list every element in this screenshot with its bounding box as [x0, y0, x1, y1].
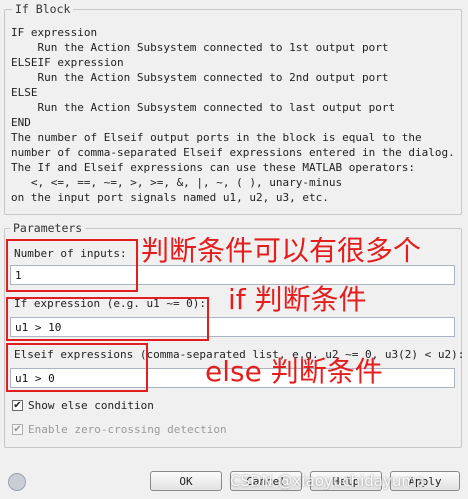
description-line: Run the Action Subsystem connected to la… [11, 101, 396, 114]
description-line: on the input port signals named u1, u2, … [11, 191, 329, 204]
description-line: ELSEIF expression [11, 56, 124, 69]
show-else-label: Show else condition [28, 399, 154, 412]
ok-button[interactable]: OK [150, 471, 222, 491]
parameters-title: Parameters [10, 221, 86, 235]
dialog-icon [8, 473, 26, 491]
description-line: <, <=, ==, ~=, >, >=, &, |, ~, ( ), unar… [11, 176, 343, 189]
watermark: CSDN @xiaoyuchidayuma [230, 472, 426, 490]
description-line: The If and Elseif expressions can use th… [11, 161, 415, 174]
annotation-box-elseif [6, 343, 148, 392]
annotation-if-expression: if 判断条件 [228, 283, 367, 316]
description-line: IF expression [11, 26, 98, 39]
annotation-box-if-expression [6, 297, 209, 341]
zero-crossing-checkbox: ✔ [12, 423, 23, 435]
block-title: If Block [12, 2, 74, 16]
zero-crossing-label: Enable zero-crossing detection [28, 423, 227, 436]
description-line: ELSE [11, 86, 38, 99]
description-line: The number of Elseif output ports in the… [11, 131, 422, 144]
description-line: END [11, 116, 31, 129]
description-line: Run the Action Subsystem connected to 2n… [11, 71, 389, 84]
annotation-elseif: else 判断条件 [205, 355, 383, 388]
annotation-num-inputs: 判断条件可以有很多个 [141, 237, 422, 265]
show-else-checkbox[interactable]: ✔ [12, 400, 23, 411]
description-line: number of comma-separated Elseif express… [11, 146, 455, 159]
description-line: Run the Action Subsystem connected to 1s… [11, 41, 389, 54]
annotation-box-num-inputs [6, 239, 138, 292]
zero-crossing-checkbox-row: ✔ Enable zero-crossing detection [12, 423, 227, 436]
show-else-checkbox-row[interactable]: ✔ Show else condition [12, 399, 154, 412]
